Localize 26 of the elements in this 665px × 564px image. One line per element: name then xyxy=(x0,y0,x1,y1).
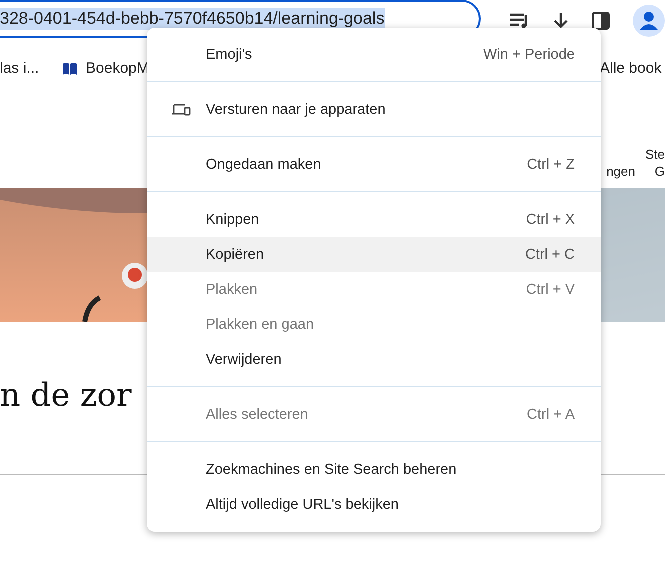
shortcut-text: Ctrl + A xyxy=(527,406,575,422)
menu-item[interactable]: Knippen Ctrl + X xyxy=(147,202,601,237)
shortcut-text: Ctrl + X xyxy=(526,212,575,228)
menu-item[interactable]: Zoekmachines en Site Search beheren xyxy=(147,452,601,487)
shortcut-text: Ctrl + Z xyxy=(527,156,575,172)
download-icon[interactable] xyxy=(553,12,569,30)
nav-link[interactable]: Ste G xyxy=(645,146,665,180)
menu-item[interactable]: Altijd volledige URL's bekijken xyxy=(147,487,601,522)
menu-item[interactable]: Kopiëren Ctrl + C xyxy=(147,237,601,272)
menu-item[interactable]: Ongedaan maken Ctrl + Z xyxy=(147,147,601,182)
side-panel-icon[interactable] xyxy=(591,11,611,31)
menu-item[interactable]: Emoji's Win + Periode xyxy=(147,37,601,72)
book-icon xyxy=(62,62,78,76)
article-heading: n de zor xyxy=(0,376,132,414)
url-text: 328-0401-454d-bebb-7570f4650b14/learning-goals xyxy=(0,8,385,30)
menu-item[interactable]: Verwijderen xyxy=(147,342,601,377)
bookmark[interactable]: las i... xyxy=(0,60,40,77)
bookmark[interactable]: BoekopM xyxy=(86,60,150,77)
shortcut-text: Win + Periode xyxy=(484,46,575,62)
nav-link[interactable]: ngen xyxy=(606,163,636,180)
shortcut-text: Ctrl + C xyxy=(525,246,575,262)
devices-icon xyxy=(171,102,191,116)
bookmark[interactable]: Alle book xyxy=(600,60,662,77)
shortcut-text: Ctrl + V xyxy=(526,282,575,298)
menu-item[interactable]: Versturen naar je apparaten xyxy=(147,92,601,127)
avatar-icon[interactable] xyxy=(633,5,665,37)
